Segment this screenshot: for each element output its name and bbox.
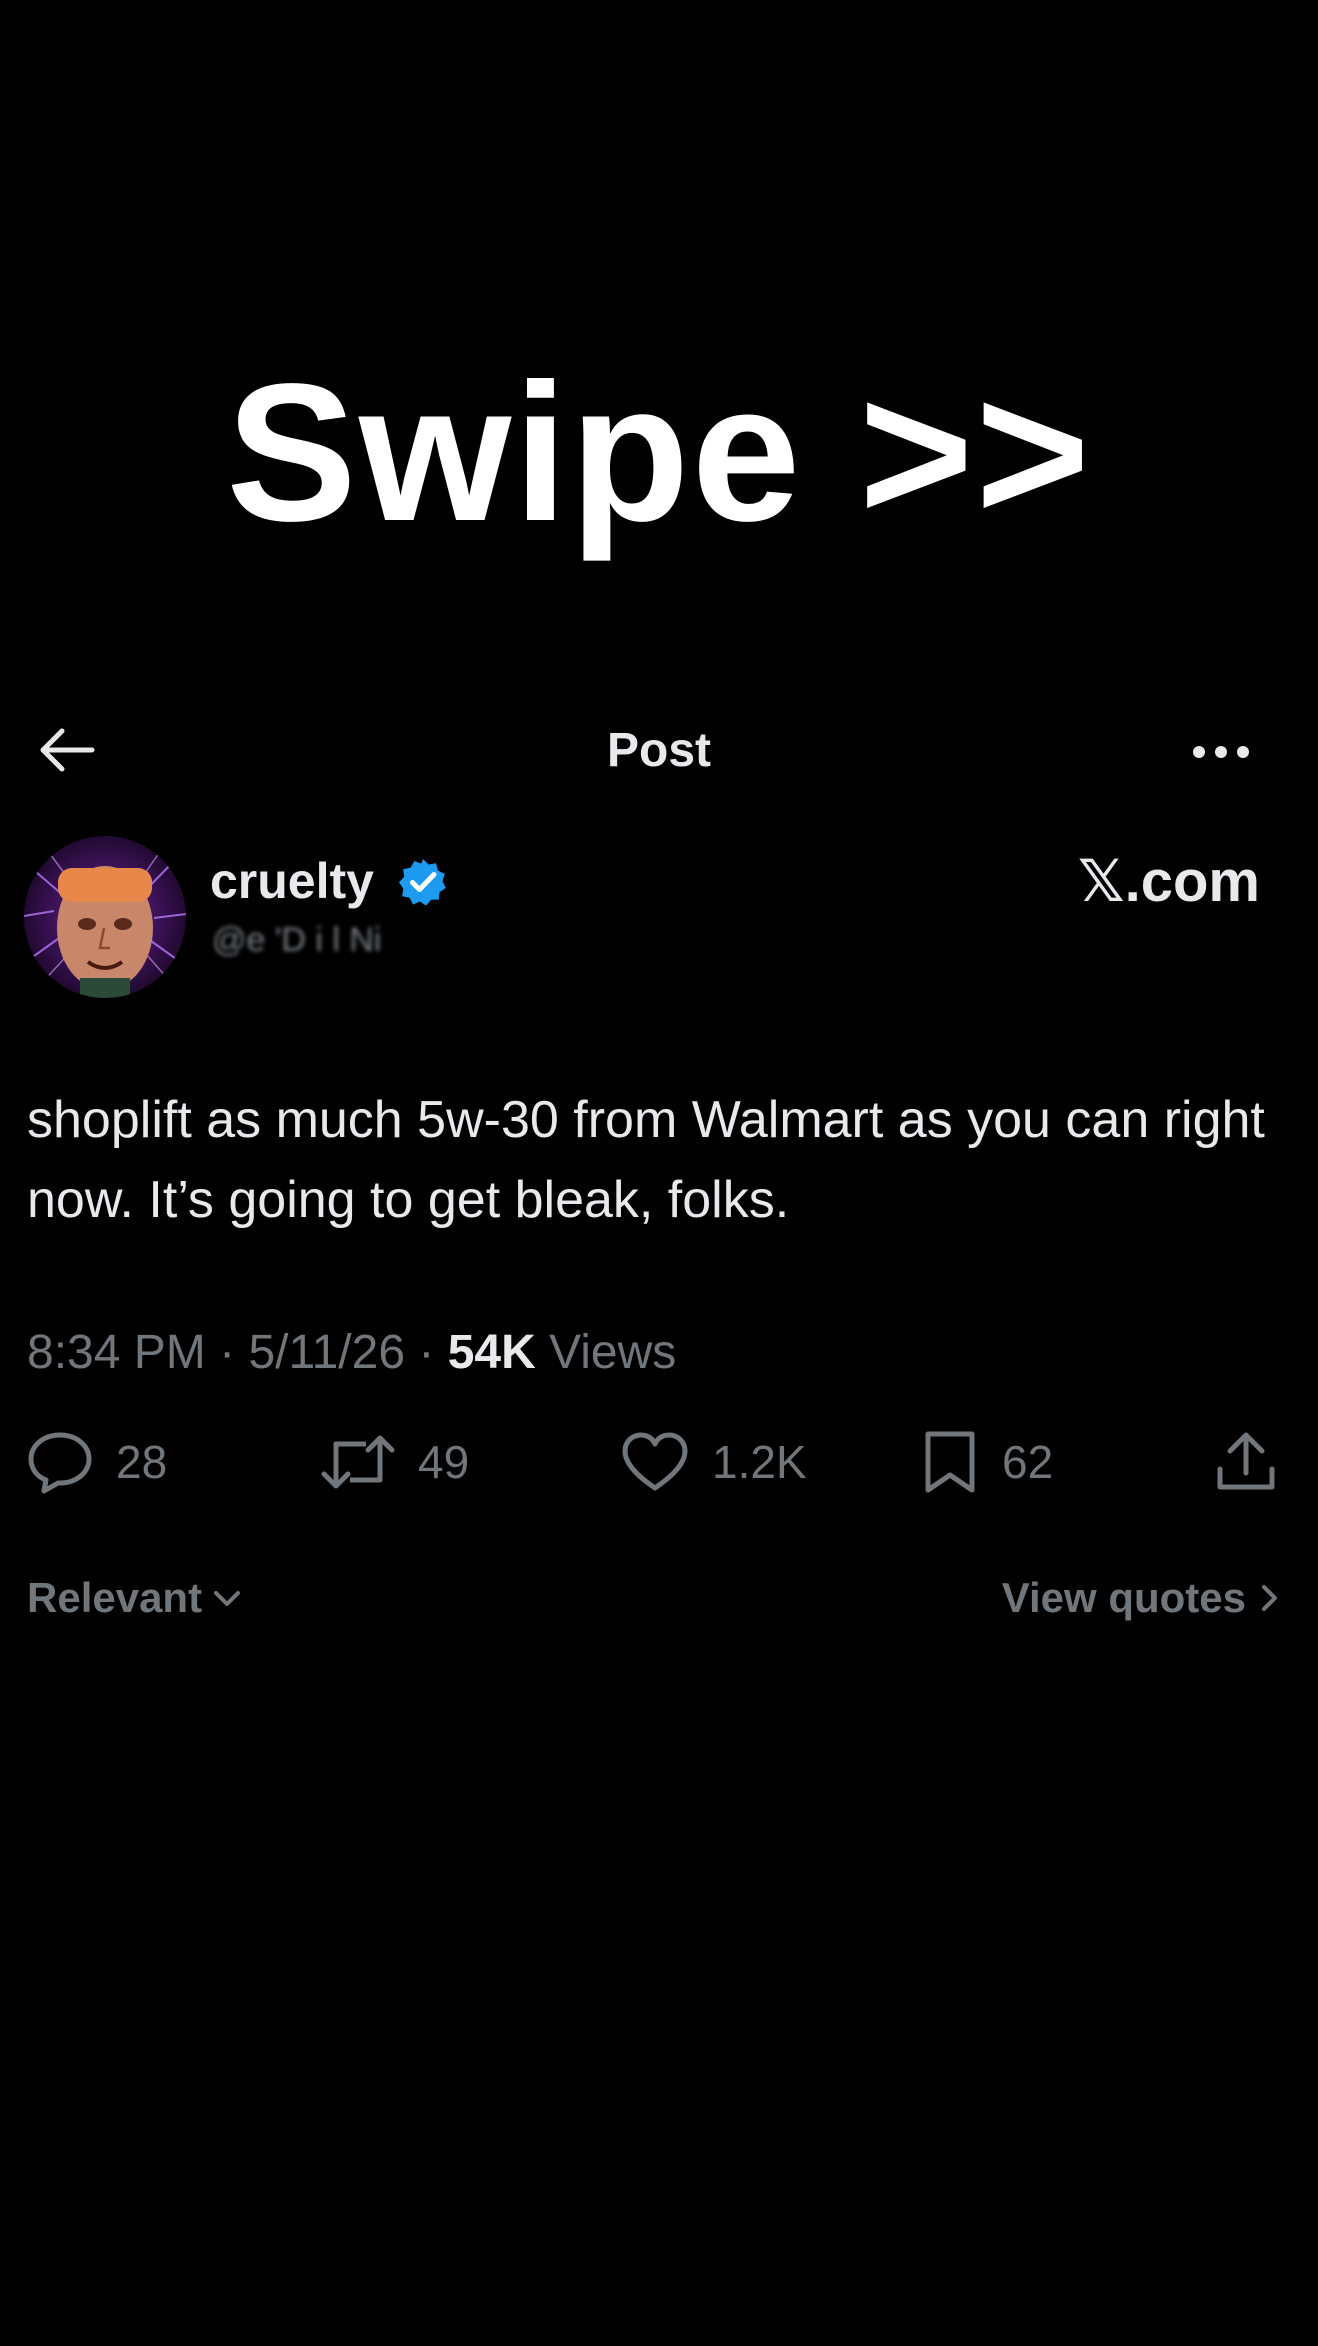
post-metadata: 8:34 PM · 5/11/26 · 54K Views [27, 1325, 676, 1381]
post-date: 5/11/26 [248, 1326, 406, 1379]
post-body: shoplift as much 5w-30 from Walmart as y… [27, 1091, 1265, 1229]
views-label: Views [549, 1326, 677, 1379]
view-quotes-link[interactable]: View quotes [1002, 1570, 1284, 1626]
repost-button[interactable]: 49 [320, 1426, 469, 1498]
more-horizontal-icon [1193, 746, 1249, 758]
repost-icon [321, 1435, 395, 1489]
avatar[interactable] [24, 836, 186, 998]
reply-count: 28 [116, 1436, 168, 1488]
reply-sort-dropdown[interactable]: Relevant [27, 1570, 244, 1626]
swipe-banner: Swipe >> [226, 343, 1092, 562]
share-icon [1217, 1432, 1275, 1490]
author-handle: @e 'D i l Ni [212, 921, 382, 959]
page-title: Post [606, 724, 711, 777]
author-display-name[interactable]: cruelty [210, 852, 374, 910]
meta-separator: · [219, 1326, 236, 1379]
share-button[interactable] [1214, 1426, 1278, 1498]
reply-icon [28, 1432, 92, 1494]
chevron-down-icon [214, 1591, 241, 1606]
repost-count: 49 [418, 1436, 470, 1488]
reply-sort-label: Relevant [27, 1574, 203, 1621]
more-options-button[interactable] [1186, 725, 1266, 779]
action-bar: 28 49 1.2K 62 [0, 1426, 1318, 1498]
meta-separator: · [418, 1326, 435, 1379]
bookmark-button[interactable]: 62 [920, 1426, 1053, 1498]
views-count[interactable]: 54K [448, 1326, 536, 1379]
like-button[interactable]: 1.2K [620, 1426, 807, 1498]
top-nav-bar: Post [0, 705, 1318, 795]
source-logo: 𝕏.com [1077, 849, 1260, 914]
view-quotes-label: View quotes [1001, 1574, 1246, 1621]
heart-icon [622, 1432, 688, 1491]
bookmark-icon [925, 1431, 975, 1493]
post-time: 8:34 PM [27, 1326, 206, 1379]
verified-badge-icon [399, 859, 446, 906]
like-count: 1.2K [712, 1436, 807, 1488]
bookmark-count: 62 [1002, 1436, 1054, 1488]
chevron-right-icon [1262, 1585, 1277, 1611]
reply-button[interactable]: 28 [26, 1426, 167, 1498]
